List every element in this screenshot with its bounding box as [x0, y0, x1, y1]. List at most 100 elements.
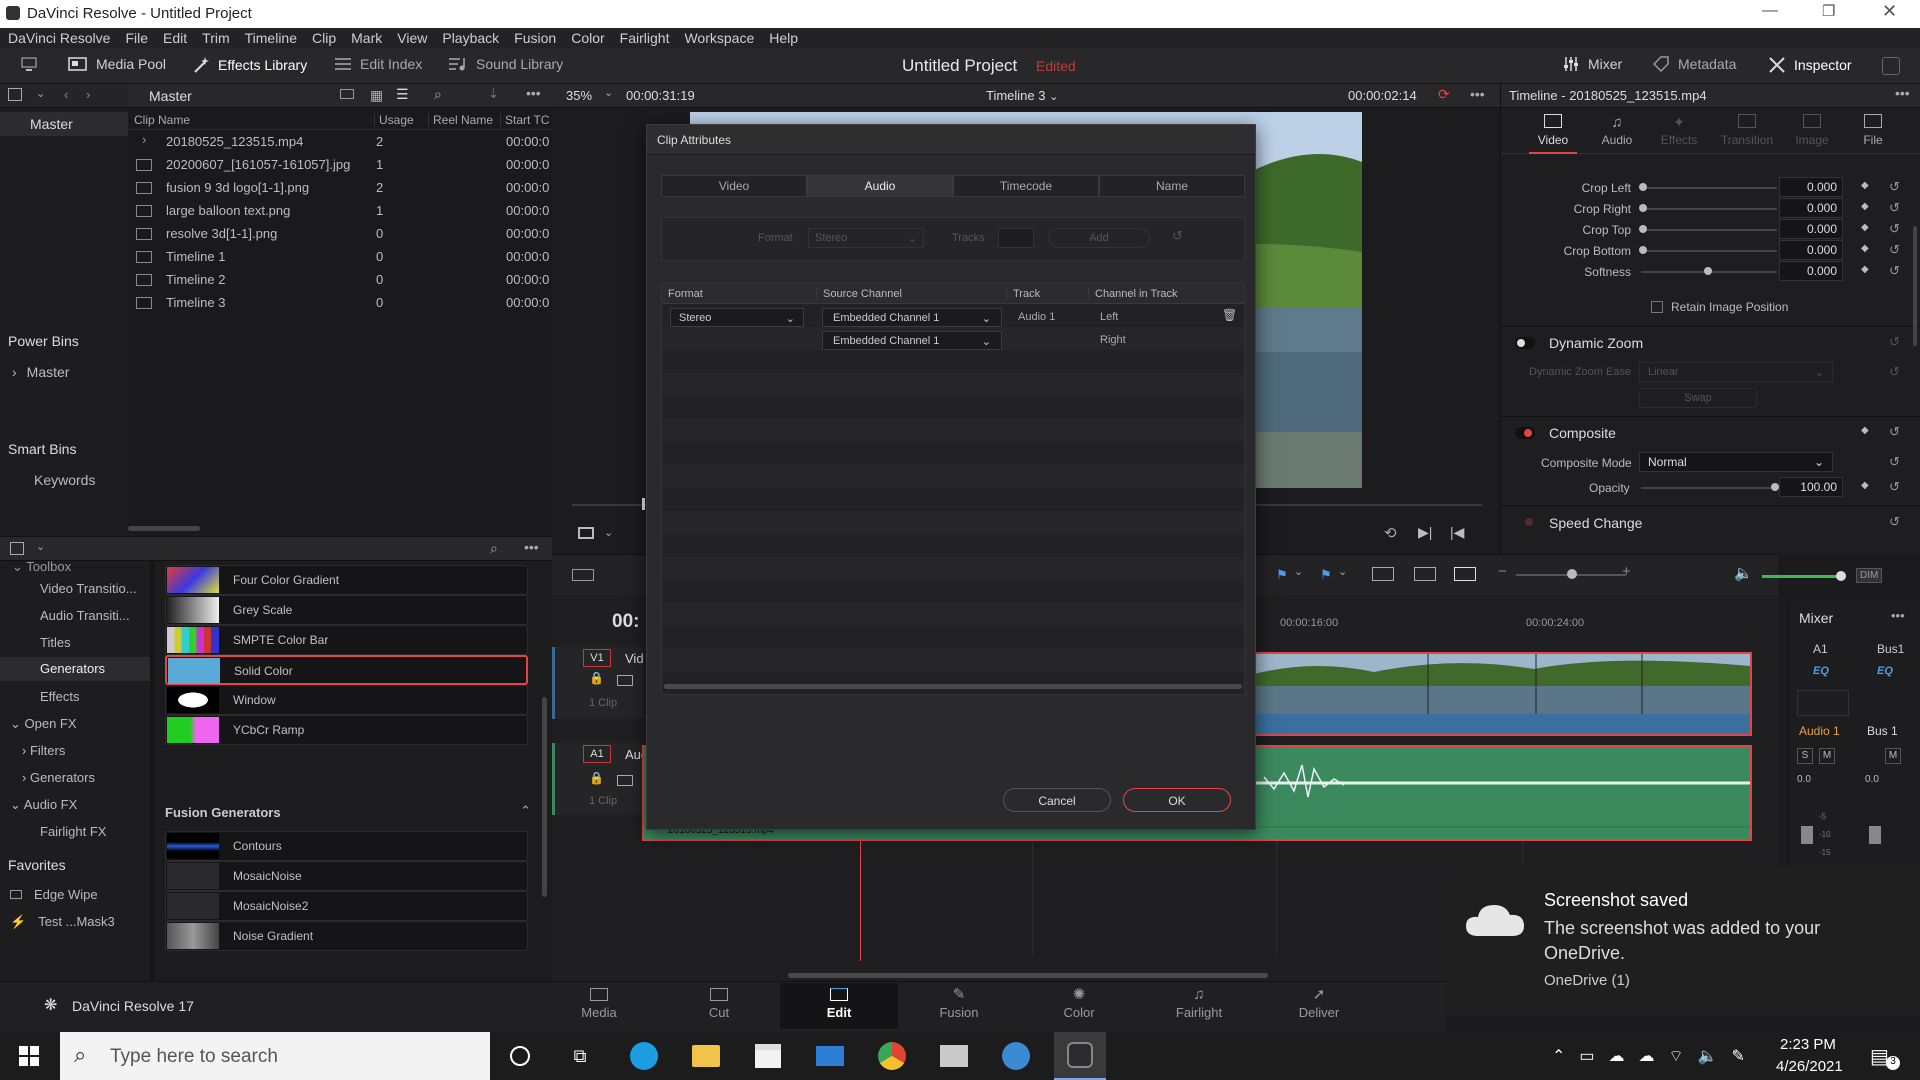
col-start-tc[interactable]: Start TC — [500, 113, 549, 127]
composite-section[interactable]: Composite ◆ ↺ — [1501, 422, 1920, 448]
menu-help[interactable]: Help — [769, 30, 798, 46]
auto-select-icon[interactable] — [617, 675, 633, 686]
keyframe-icon[interactable]: ◆ — [1861, 243, 1869, 254]
chevron-down-icon[interactable]: ⌄ — [36, 540, 45, 553]
back-icon[interactable]: ‹ — [64, 87, 68, 102]
menu-edit[interactable]: Edit — [163, 30, 187, 46]
chevron-down-icon[interactable]: ⌄ — [36, 87, 45, 100]
keyframe-icon[interactable]: ◆ — [1861, 180, 1869, 191]
action-center-button[interactable]: ▤ 3 — [1862, 1042, 1902, 1072]
generator-item[interactable]: Four Color Gradient — [165, 565, 528, 595]
tab-image[interactable]: Image — [1787, 114, 1837, 147]
crop-value[interactable]: 0.000 — [1779, 219, 1843, 239]
search-icon[interactable]: ⌕ — [434, 86, 442, 103]
timeline-view-icon[interactable] — [572, 569, 594, 581]
media-pool-scrollbar[interactable] — [128, 526, 200, 531]
cortana-button[interactable] — [500, 1032, 540, 1080]
menu-fusion[interactable]: Fusion — [514, 30, 556, 46]
row-format-select[interactable]: Stereo ⌄ — [670, 308, 804, 327]
power-bin-master[interactable]: › Master — [12, 364, 69, 380]
crop-slider-handle[interactable] — [1704, 267, 1712, 275]
dz-ease-select[interactable]: Linear ⌄ — [1639, 362, 1833, 382]
transform-icon[interactable] — [578, 527, 594, 539]
favorite-edge-wipe[interactable]: Edge Wipe — [10, 887, 98, 902]
close-button[interactable]: ✕ — [1882, 1, 1897, 22]
col-clip-name[interactable]: Clip Name — [134, 113, 190, 127]
composite-mode-select[interactable]: Normal ⌄ — [1639, 452, 1833, 472]
onedrive-icon[interactable]: ☁ — [1639, 1046, 1655, 1066]
chevron-down-icon[interactable]: ⌄ — [604, 86, 613, 99]
page-deliver[interactable]: ➚ Deliver — [1260, 983, 1378, 1029]
clip-row[interactable]: resolve 3d[1-1].png 0 00:00:0 — [128, 223, 552, 246]
page-fairlight[interactable]: ♫ Fairlight — [1140, 983, 1258, 1029]
fusion-generator-item[interactable]: MosaicNoise2 — [165, 891, 528, 921]
zoom-detail-icon[interactable] — [1414, 567, 1436, 581]
table-hscrollbar[interactable] — [664, 684, 1242, 689]
source-channel-2-select[interactable]: Embedded Channel 1 ⌄ — [822, 331, 1002, 350]
timeline-selector[interactable]: Timeline 3 ⌄ — [986, 88, 1058, 103]
source-channel-1-select[interactable]: Embedded Channel 1 ⌄ — [822, 308, 1002, 327]
video-clip[interactable] — [1252, 652, 1752, 736]
sync-icon[interactable]: ⟳ — [1438, 86, 1450, 103]
sound-library-button[interactable]: Sound Library — [448, 56, 563, 72]
solo-button[interactable]: S — [1797, 748, 1813, 764]
crop-slider-handle[interactable] — [1639, 183, 1647, 191]
crop-slider-handle[interactable] — [1639, 225, 1647, 233]
clip-row[interactable]: 20200607_[161057-161057].jpg 1 00:00:0 — [128, 154, 552, 177]
format-bar-select[interactable]: Stereo ⌄ — [808, 228, 924, 248]
zoom-level[interactable]: 35% — [566, 88, 592, 103]
edit-index-button[interactable]: Edit Index — [334, 56, 422, 72]
keyframe-icon[interactable]: ◆ — [1861, 264, 1869, 275]
tree-effects[interactable]: Effects — [40, 689, 80, 704]
zoom-full-icon[interactable] — [1372, 567, 1394, 581]
battery-icon[interactable]: ▭ — [1579, 1046, 1594, 1066]
more-options-icon[interactable]: ••• — [526, 85, 541, 101]
dynamic-zoom-toggle[interactable] — [1515, 337, 1535, 349]
generator-item[interactable]: Grey Scale — [165, 595, 528, 625]
marker-icon[interactable]: ⚑ — [1320, 567, 1332, 583]
trash-icon[interactable]: 🗑 — [1222, 308, 1237, 322]
crop-value[interactable]: 0.000 — [1779, 198, 1843, 218]
task-view-button[interactable]: ⧉ — [560, 1032, 600, 1080]
chrome-app[interactable] — [870, 1032, 914, 1080]
clip-row[interactable]: Timeline 1 0 00:00:0 — [128, 246, 552, 269]
fusion-generator-item[interactable]: MosaicNoise — [165, 861, 528, 891]
reset-icon[interactable]: ↺ — [1172, 228, 1183, 244]
clip-row[interactable]: Timeline 3 0 00:00:0 — [128, 292, 552, 315]
menu-file[interactable]: File — [125, 30, 148, 46]
menu-color[interactable]: Color — [571, 30, 604, 46]
zoom-out-icon[interactable]: − — [1498, 563, 1507, 580]
favorite-test-mask[interactable]: ⚡ Test ...Mask3 — [10, 914, 115, 930]
swap-button[interactable]: Swap — [1639, 388, 1757, 408]
qbittorrent-app[interactable] — [994, 1032, 1038, 1080]
effects-scrollbar[interactable] — [542, 697, 547, 897]
more-options-icon[interactable]: ••• — [1891, 608, 1905, 623]
more-options-icon[interactable]: ••• — [1470, 86, 1485, 102]
lock-icon[interactable]: 🔒 — [589, 771, 604, 785]
grid-view-icon[interactable]: ▦ — [370, 87, 383, 104]
page-fusion[interactable]: ✎ Fusion — [900, 983, 1018, 1029]
menu-mark[interactable]: Mark — [351, 30, 382, 46]
mail-app[interactable] — [808, 1032, 852, 1080]
playhead[interactable] — [860, 837, 861, 961]
reset-icon[interactable]: ↺ — [1889, 200, 1900, 216]
flag-icon[interactable]: ⚑ — [1276, 567, 1288, 583]
tree-ofx-generators[interactable]: › Generators — [22, 770, 95, 785]
reset-icon[interactable]: ↺ — [1889, 424, 1900, 440]
tracks-input[interactable] — [998, 228, 1034, 248]
tree-titles[interactable]: Titles — [40, 635, 71, 650]
fusion-generators-header[interactable]: Fusion Generators ⌃ — [165, 803, 533, 820]
opacity-value[interactable]: 100.00 — [1779, 477, 1843, 497]
tree-video-transitions[interactable]: Video Transitio... — [40, 581, 137, 596]
tab-transition[interactable]: Transition — [1715, 114, 1779, 147]
mixer-pan-control[interactable] — [1797, 690, 1849, 716]
opacity-slider-handle[interactable] — [1771, 483, 1779, 491]
clip-row[interactable]: large balloon text.png 1 00:00:0 — [128, 200, 552, 223]
tree-fairlight-fx[interactable]: Fairlight FX — [40, 824, 106, 839]
composite-toggle[interactable] — [1515, 427, 1535, 439]
page-cut[interactable]: Cut — [660, 983, 778, 1029]
clip-row[interactable]: › 20180525_123515.mp4 2 00:00:0 — [128, 131, 552, 154]
crop-slider[interactable] — [1641, 229, 1777, 231]
tree-open-fx[interactable]: ⌄ Open FX — [10, 716, 77, 732]
more-options-icon[interactable]: ••• — [524, 539, 539, 555]
